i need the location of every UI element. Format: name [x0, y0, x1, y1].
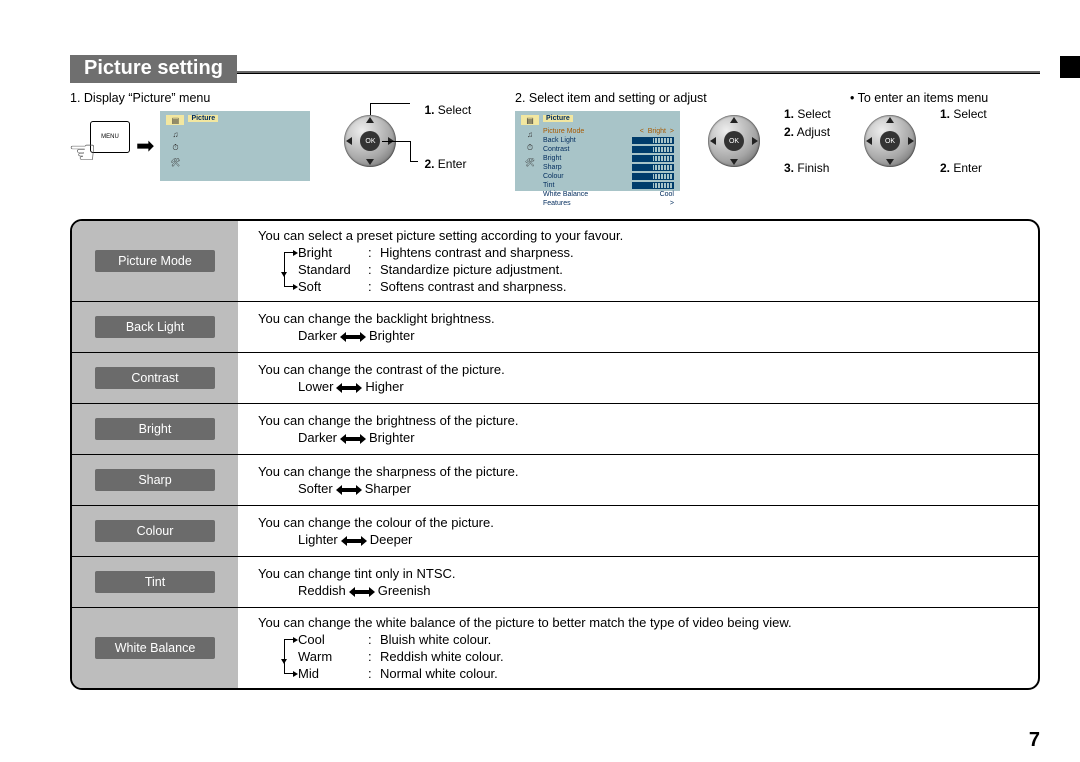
picture-tab-icon: ▤: [166, 115, 184, 125]
tv-row: Contrast: [543, 145, 569, 154]
double-arrow-icon: [336, 383, 362, 393]
dpad-icon: OK: [860, 111, 920, 171]
pointing-hand-icon: ☞: [68, 133, 97, 171]
clock-tab-icon: ⏱: [166, 143, 184, 153]
back-light-button[interactable]: Back Light: [95, 316, 215, 338]
tv-title: Picture: [543, 115, 573, 122]
double-arrow-icon: [349, 587, 375, 597]
edge-tab: [1060, 56, 1080, 78]
contrast-button[interactable]: Contrast: [95, 367, 215, 389]
step1-label1-num: 1.: [424, 103, 434, 117]
picture-tab-icon: ▤: [521, 115, 539, 125]
settings-table: Picture Mode You can select a preset pic…: [70, 219, 1040, 690]
step-3-head: • To enter an items menu: [850, 91, 1040, 105]
tv-screen-simple: ▤ ♫ ⏱ 🛠 Picture: [160, 111, 310, 181]
dpad-icon: OK: [704, 111, 764, 171]
row-contrast: Contrast You can change the contrast of …: [72, 353, 1038, 404]
step1-label1-text: Select: [438, 103, 471, 117]
tv-screen-detailed: ▤ ♫ ⏱ 🛠 Picture Picture Mode< Bright > B…: [515, 111, 680, 191]
dpad-icon: OK: [340, 111, 400, 171]
row-picture-mode: Picture Mode You can select a preset pic…: [72, 221, 1038, 302]
double-arrow-icon: [340, 332, 366, 342]
tv-row: Colour: [543, 172, 564, 181]
hand-remote: MENU ☞: [70, 121, 130, 181]
double-arrow-icon: [340, 434, 366, 444]
tv-row: Features: [543, 199, 571, 208]
tv-row: Back Light: [543, 136, 576, 145]
steps-row: 1. Display “Picture” menu MENU ☞ ➡ ▤ ♫ ⏱…: [70, 87, 1040, 219]
colour-button[interactable]: Colour: [95, 520, 215, 542]
sharp-button[interactable]: Sharp: [95, 469, 215, 491]
settings-tab-icon: 🛠: [166, 157, 184, 167]
page-number: 7: [1029, 729, 1040, 752]
page-title: Picture setting: [70, 55, 237, 83]
step-1: 1. Display “Picture” menu MENU ☞ ➡ ▤ ♫ ⏱…: [70, 91, 515, 211]
title-bar: Picture setting: [70, 55, 1040, 81]
white-balance-button[interactable]: White Balance: [95, 637, 215, 659]
double-arrow-icon: [336, 485, 362, 495]
tv-row: Sharp: [543, 163, 562, 172]
row-back-light: Back Light You can change the backlight …: [72, 302, 1038, 353]
music-tab-icon: ♫: [166, 129, 184, 139]
row-colour: Colour You can change the colour of the …: [72, 506, 1038, 557]
music-tab-icon: ♫: [521, 129, 539, 139]
picture-mode-button[interactable]: Picture Mode: [95, 250, 215, 272]
dpad-ok-icon: OK: [880, 131, 900, 151]
step-2-head: 2. Select item and setting or adjust: [515, 91, 850, 105]
bright-button[interactable]: Bright: [95, 418, 215, 440]
step1-label2-num: 2.: [424, 157, 434, 171]
row-white-balance: White Balance You can change the white b…: [72, 608, 1038, 689]
double-arrow-icon: [341, 536, 367, 546]
tv-row: Tint: [543, 181, 554, 190]
tv-row: Bright: [543, 154, 561, 163]
settings-tab-icon: 🛠: [521, 157, 539, 167]
tv-row: White Balance: [543, 190, 588, 199]
dpad-ok-icon: OK: [724, 131, 744, 151]
step-3: • To enter an items menu OK 1. Select 2.…: [850, 91, 1040, 211]
row-bright: Bright You can change the brightness of …: [72, 404, 1038, 455]
clock-tab-icon: ⏱: [521, 143, 539, 153]
picture-mode-text: You can select a preset picture setting …: [258, 227, 1028, 244]
arrow-right-icon: ➡: [136, 133, 154, 159]
tv-row: Picture Mode: [543, 127, 584, 136]
row-tint: Tint You can change tint only in NTSC. R…: [72, 557, 1038, 608]
step-2: 2. Select item and setting or adjust ▤ ♫…: [515, 91, 850, 211]
row-sharp: Sharp You can change the sharpness of th…: [72, 455, 1038, 506]
step1-label2-text: Enter: [438, 157, 467, 171]
tv-title: Picture: [188, 115, 218, 122]
tint-button[interactable]: Tint: [95, 571, 215, 593]
